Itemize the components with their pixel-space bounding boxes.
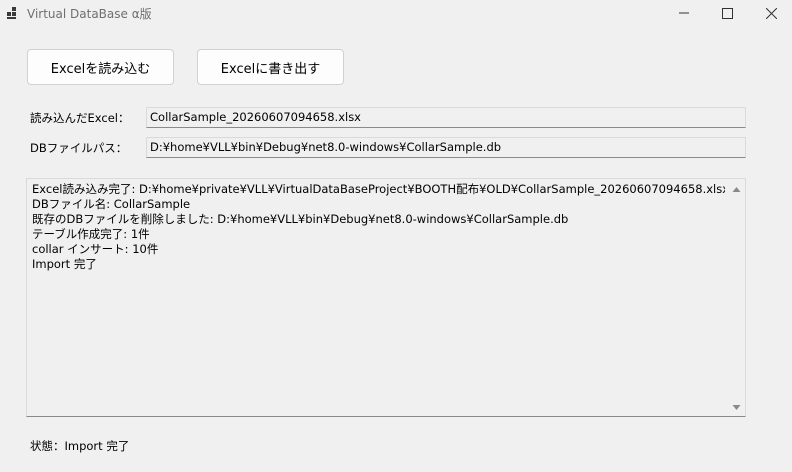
window-title: Virtual DataBase α版 (27, 7, 152, 21)
close-button[interactable] (749, 0, 792, 26)
scroll-down-arrow-icon[interactable] (731, 402, 742, 413)
status-text: 状態：Import 完了 (30, 439, 130, 453)
import-excel-button[interactable]: Excelを読み込む (27, 49, 174, 85)
scroll-up-arrow-icon[interactable] (731, 184, 742, 195)
db-path-label: DBファイルパス： (30, 141, 128, 155)
log-textarea[interactable]: Excel読み込み完了: D:¥home¥private¥VLL¥Virtual… (26, 178, 746, 417)
log-line: Excel読み込み完了: D:¥home¥private¥VLL¥Virtual… (32, 182, 725, 196)
minimize-button[interactable] (662, 0, 706, 26)
excel-path-label: 読み込んだExcel： (30, 111, 130, 125)
db-path-field[interactable]: D:¥home¥VLL¥bin¥Debug¥net8.0-windows¥Col… (146, 137, 746, 158)
log-line: collar インサート: 10件 (32, 242, 159, 256)
excel-path-field[interactable]: CollarSample_20260607094658.xlsx (146, 107, 746, 128)
log-line: 既存のDBファイルを削除しました: D:¥home¥VLL¥bin¥Debug¥… (32, 212, 569, 226)
log-scrollbar[interactable] (728, 179, 745, 416)
maximize-icon (721, 7, 733, 19)
log-line: テーブル作成完了: 1件 (32, 227, 150, 241)
log-line: Import 完了 (32, 257, 97, 271)
app-icon (6, 6, 20, 20)
minimize-icon (679, 8, 689, 18)
log-lines: Excel読み込み完了: D:¥home¥private¥VLL¥Virtual… (32, 182, 725, 272)
log-line: DBファイル名: CollarSample (32, 197, 191, 211)
export-excel-button[interactable]: Excelに書き出す (197, 49, 344, 85)
maximize-button[interactable] (705, 0, 749, 26)
close-icon (765, 7, 777, 19)
title-bar[interactable]: Virtual DataBase α版 (0, 0, 792, 26)
